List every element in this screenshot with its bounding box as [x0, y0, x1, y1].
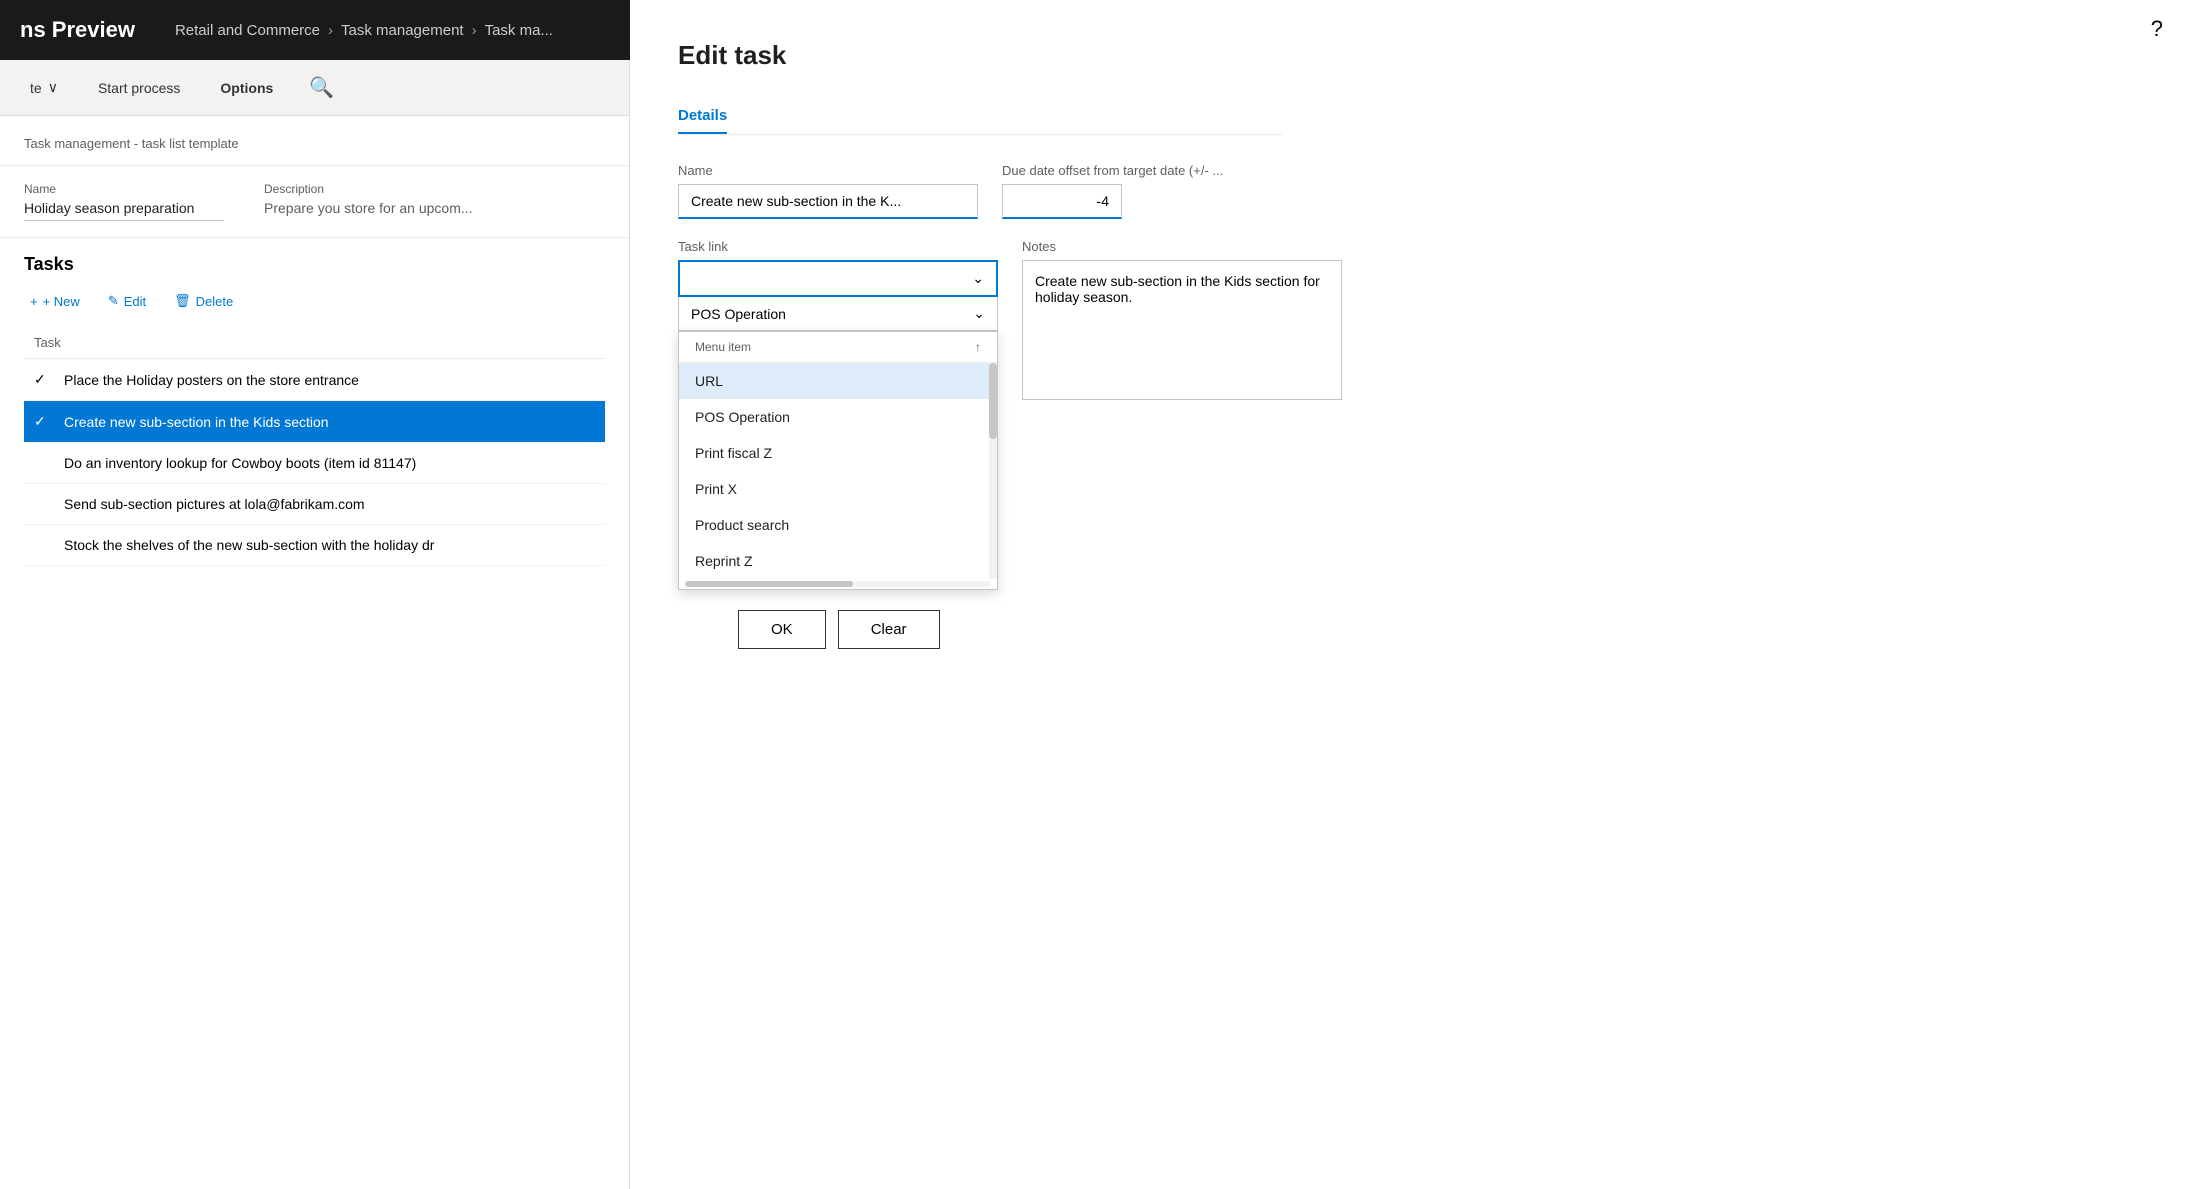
breadcrumb-item-1[interactable]: Retail and Commerce	[175, 22, 320, 39]
modal-buttons: OK Clear	[738, 610, 1282, 649]
dropdown-trigger[interactable]: ⌄	[678, 260, 998, 297]
task-label-4: Send sub-section pictures at lola@fabrik…	[64, 496, 365, 512]
form-group-notes: Notes Create new sub-section in the Kids…	[1022, 239, 1342, 400]
meta-col-name: Name Holiday season preparation	[24, 182, 224, 221]
dropdown-scroll-area: URL POS Operation Print fiscal Z Print X…	[679, 363, 997, 579]
due-date-field[interactable]	[1002, 184, 1122, 219]
check-icon: ✓	[34, 371, 54, 388]
name-field-label: Name	[678, 163, 978, 178]
dropdown-item-url[interactable]: URL	[679, 363, 997, 399]
task-label: Place the Holiday posters on the store e…	[64, 372, 359, 388]
form-group-task-link: Task link ⌄ POS Operation ⌄	[678, 239, 998, 590]
dropdown-item-print-x[interactable]: Print X	[679, 471, 997, 507]
task-item-selected[interactable]: ✓ Create new sub-section in the Kids sec…	[24, 401, 605, 443]
tasks-section: Tasks + + New ✎ Edit 🗑 Delete Task ✓ Pla…	[0, 238, 629, 582]
dropdown-item-print-fiscal[interactable]: Print fiscal Z	[679, 435, 997, 471]
form-group-name: Name	[678, 163, 978, 219]
help-icon[interactable]: ?	[2151, 16, 2163, 42]
pos-operation-label: POS Operation	[691, 306, 786, 322]
notes-textarea[interactable]: Create new sub-section in the Kids secti…	[1022, 260, 1342, 400]
task-item-5[interactable]: Stock the shelves of the new sub-section…	[24, 525, 605, 566]
desc-value: Prepare you store for an upcom...	[264, 200, 473, 216]
page-subtitle: Task management - task list template	[24, 136, 605, 151]
form-row-1: Name Due date offset from target date (+…	[678, 163, 1282, 219]
meta-col-desc: Description Prepare you store for an upc…	[264, 182, 473, 221]
tasks-title: Tasks	[24, 254, 605, 275]
start-process-button[interactable]: Start process	[88, 74, 190, 102]
top-nav: ns Preview Retail and Commerce › Task ma…	[0, 0, 630, 60]
sort-icon: ↑	[975, 340, 981, 354]
dropdown-item-pos[interactable]: POS Operation	[679, 399, 997, 435]
h-scrollbar-thumb[interactable]	[685, 581, 853, 587]
task-label-selected: Create new sub-section in the Kids secti…	[64, 414, 329, 430]
chevron-down-icon: ⌄	[972, 270, 984, 287]
left-panel: ns Preview Retail and Commerce › Task ma…	[0, 0, 630, 1189]
edit-icon: ✎	[108, 293, 119, 309]
task-list-header: Task	[24, 327, 605, 359]
pos-operation-selected[interactable]: POS Operation ⌄	[678, 297, 998, 331]
back-button[interactable]: te ∨	[20, 73, 68, 102]
form-row-2: Task link ⌄ POS Operation ⌄	[678, 239, 1282, 590]
name-field[interactable]	[678, 184, 978, 219]
chevron-down-icon: ∨	[48, 79, 58, 96]
check-icon-selected: ✓	[34, 413, 54, 430]
name-label: Name	[24, 182, 224, 196]
task-label-5: Stock the shelves of the new sub-section…	[64, 537, 434, 553]
tab-details[interactable]: Details	[678, 99, 727, 134]
menu-item-label: Menu item	[695, 340, 751, 354]
dropdown-item-product-search[interactable]: Product search	[679, 507, 997, 543]
breadcrumb: Retail and Commerce › Task management › …	[175, 22, 553, 39]
dropdown-item-reprint-z[interactable]: Reprint Z	[679, 543, 997, 579]
dropdown-list: Menu item ↑ URL POS Operation Print fisc…	[678, 331, 998, 590]
dropdown-subheader: Menu item ↑	[679, 332, 997, 363]
form-group-due-date: Due date offset from target date (+/- ..…	[1002, 163, 1282, 219]
task-item-3[interactable]: Do an inventory lookup for Cowboy boots …	[24, 443, 605, 484]
task-item[interactable]: ✓ Place the Holiday posters on the store…	[24, 359, 605, 401]
scrollbar-thumb[interactable]	[989, 363, 997, 439]
task-label-3: Do an inventory lookup for Cowboy boots …	[64, 455, 416, 471]
options-button[interactable]: Options	[210, 74, 283, 102]
edit-task-panel: Edit task Details Name Due date offset f…	[630, 0, 1330, 689]
notes-label: Notes	[1022, 239, 1342, 254]
new-task-button[interactable]: + + New	[24, 290, 86, 313]
search-button[interactable]: 🔍	[303, 69, 340, 106]
delete-icon: 🗑	[174, 293, 191, 309]
chevron-icon-2: ›	[472, 22, 477, 39]
chevron-icon-1: ›	[328, 22, 333, 39]
clear-button[interactable]: Clear	[838, 610, 940, 649]
right-panel: ? Edit task Details Name Due date offset…	[630, 0, 2193, 1189]
task-item-4[interactable]: Send sub-section pictures at lola@fabrik…	[24, 484, 605, 525]
pos-chevron-icon: ⌄	[973, 305, 985, 322]
app-title: ns Preview	[20, 17, 135, 43]
breadcrumb-item-3: Task ma...	[485, 22, 553, 39]
detail-tabs: Details	[678, 99, 1282, 135]
desc-label: Description	[264, 182, 473, 196]
due-date-label: Due date offset from target date (+/- ..…	[1002, 163, 1282, 178]
page-header: Task management - task list template	[0, 116, 629, 166]
delete-task-button[interactable]: 🗑 Delete	[168, 289, 239, 313]
h-scrollbar-track	[685, 581, 991, 587]
meta-row: Name Holiday season preparation Descript…	[24, 182, 605, 221]
name-value: Holiday season preparation	[24, 200, 224, 221]
task-link-dropdown[interactable]: ⌄ POS Operation ⌄ Menu item ↑	[678, 260, 998, 590]
scrollbar-track[interactable]	[989, 363, 997, 579]
edit-task-title: Edit task	[678, 40, 1282, 71]
tasks-toolbar: + + New ✎ Edit 🗑 Delete	[24, 289, 605, 313]
plus-icon: +	[30, 294, 38, 309]
task-link-label: Task link	[678, 239, 998, 254]
meta-section: Name Holiday season preparation Descript…	[0, 166, 629, 238]
task-col-header: Task	[34, 335, 61, 350]
toolbar: te ∨ Start process Options 🔍	[0, 60, 629, 116]
breadcrumb-item-2[interactable]: Task management	[341, 22, 464, 39]
ok-button[interactable]: OK	[738, 610, 826, 649]
edit-task-button[interactable]: ✎ Edit	[102, 289, 152, 313]
